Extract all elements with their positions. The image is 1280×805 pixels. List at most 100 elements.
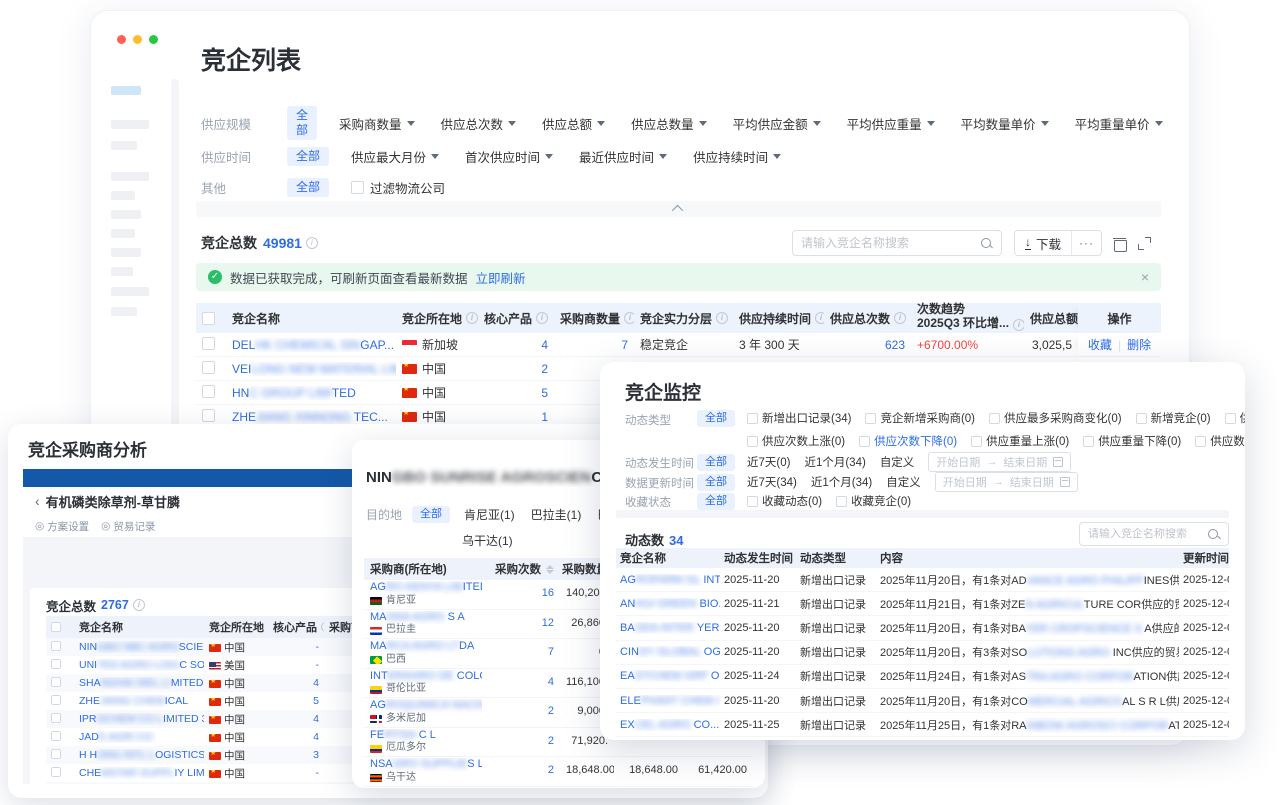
company-name-link[interactable]: UNITED AGRO LOGIC SOLUTI... xyxy=(74,659,204,671)
filter-dropdown[interactable]: 供应持续时间 xyxy=(693,147,781,166)
favorite-checkbox[interactable]: 收藏动态(0) xyxy=(747,493,822,509)
row-checkbox[interactable] xyxy=(51,713,61,723)
company-name-link[interactable]: HNC GROUP LIMITED xyxy=(226,386,396,400)
company-name-link[interactable]: H HONG INTL LOGISTICS C... xyxy=(74,749,204,761)
monitor-search-input[interactable] xyxy=(1088,528,1207,540)
row-checkbox[interactable] xyxy=(51,659,61,669)
search-icon[interactable] xyxy=(980,237,993,250)
event-type-checkbox[interactable]: 供应次数下降(0) xyxy=(859,433,957,449)
filter-dropdown[interactable]: 供应总次数 xyxy=(441,114,517,133)
filter-dropdown[interactable]: 平均数量单价 xyxy=(961,114,1049,133)
row-checkbox[interactable] xyxy=(202,409,215,422)
buyer-count[interactable]: 7 xyxy=(554,338,634,352)
company-name-link[interactable]: JADE AGRI CO xyxy=(74,731,204,743)
core-product-count[interactable]: 1 xyxy=(478,410,554,424)
filter-all-chip[interactable]: 全部 xyxy=(287,147,329,166)
purchase-times-value[interactable]: 12 xyxy=(488,617,560,631)
company-name-link[interactable]: VEILONG NEW MATERIAL LIMITED xyxy=(226,362,396,376)
select-all-checkbox[interactable] xyxy=(202,312,215,325)
row-checkbox[interactable] xyxy=(51,767,61,777)
company-name-link[interactable]: ZHEJIANG XINNONG TEC... xyxy=(226,410,396,424)
back-icon[interactable]: ‹ xyxy=(35,493,40,509)
delete-button[interactable] xyxy=(1114,237,1126,250)
event-type-checkbox[interactable]: 供应金额上涨(0) xyxy=(1225,410,1245,426)
filter-dropdown[interactable]: 供应最大月份 xyxy=(351,147,439,166)
buyer-name-link[interactable]: INTERAGRO DE COLO... xyxy=(370,670,482,684)
core-product-count[interactable]: - xyxy=(268,767,324,779)
search-icon[interactable] xyxy=(1207,528,1220,541)
purchase-times-value[interactable]: 2 xyxy=(488,705,560,719)
close-alert-icon[interactable]: × xyxy=(1141,269,1149,285)
row-checkbox[interactable] xyxy=(51,641,61,651)
filter-all-chip[interactable]: 全部 xyxy=(697,474,735,491)
sort-icon[interactable] xyxy=(546,565,554,574)
core-product-count[interactable]: 4 xyxy=(478,338,554,352)
row-checkbox[interactable] xyxy=(202,385,215,398)
event-type-checkbox[interactable]: 竞企新增采购商(0) xyxy=(865,410,975,426)
buyer-name-link[interactable]: FERTISA C L xyxy=(370,729,482,743)
event-type-checkbox[interactable]: 供应最多采购商变化(0) xyxy=(989,410,1122,426)
company-name-link[interactable]: ANHUI GREEN BIO... xyxy=(616,598,720,610)
event-type-checkbox[interactable]: 新增竞企(0) xyxy=(1136,410,1211,426)
total-times-value[interactable]: 623 xyxy=(824,338,911,352)
filter-dropdown[interactable]: 平均供应金额 xyxy=(733,114,821,133)
company-name-link[interactable]: NINGBO NBC AGROSCIENCE C... xyxy=(74,641,204,653)
buyer-name-link[interactable]: MARCA AGRO LTDA xyxy=(370,640,482,654)
company-name-link[interactable]: EXCEL AGRO CO... xyxy=(616,719,720,731)
core-product-count[interactable]: - xyxy=(268,641,324,653)
filter-dropdown[interactable]: 供应总额 xyxy=(542,114,605,133)
filter-logistics-checkbox[interactable]: 过滤物流公司 xyxy=(351,178,445,197)
favorite-checkbox[interactable]: 收藏竞企(0) xyxy=(836,493,911,509)
core-product-count[interactable]: 4 xyxy=(268,677,324,689)
filter-all-chip[interactable]: 全部 xyxy=(697,493,735,510)
row-checkbox[interactable] xyxy=(202,361,215,374)
company-search-input[interactable] xyxy=(801,236,980,250)
filter-dropdown[interactable]: 最近供应时间 xyxy=(579,147,667,166)
company-name-link[interactable]: SHANGHAI WEL LIMITED xyxy=(74,677,204,689)
destination-all-chip[interactable]: 全部 xyxy=(412,506,450,523)
event-type-checkbox[interactable]: 供应重量上涨(0) xyxy=(971,433,1069,449)
select-all-checkbox[interactable] xyxy=(51,622,61,632)
destination-item[interactable]: 肯尼亚(1) xyxy=(464,506,515,523)
core-product-count[interactable]: 2 xyxy=(478,362,554,376)
filter-dropdown[interactable]: 采购商数量 xyxy=(339,114,415,133)
core-product-count[interactable]: 4 xyxy=(268,713,324,725)
company-name-link[interactable]: ELEPHANT CHEM I NDU... xyxy=(616,695,720,707)
buyer-name-link[interactable]: MAGNA AGRO S A xyxy=(370,611,482,625)
custom-option[interactable]: 自定义 xyxy=(886,474,921,490)
row-checkbox[interactable] xyxy=(51,677,61,687)
row-checkbox[interactable] xyxy=(51,749,61,759)
delete-link[interactable]: 删除 xyxy=(1127,336,1151,353)
last-7-days-option[interactable]: 近7天(0) xyxy=(747,454,790,470)
company-name-link[interactable]: IPROCHEM CO LIMITED 35... xyxy=(74,713,204,725)
breadcrumb[interactable]: ‹ 有机磷类除草剂-草甘膦 xyxy=(35,492,180,511)
more-options-button[interactable]: ··· xyxy=(1071,231,1101,255)
company-name-link[interactable]: CINDY GLOBAL OGIS... xyxy=(616,646,720,658)
event-type-checkbox[interactable]: 供应次数上涨(0) xyxy=(747,433,845,449)
core-product-count[interactable]: - xyxy=(268,659,324,671)
company-name-link[interactable]: CHEMSTAR SUPPLIY LIMITED xyxy=(74,767,204,779)
refresh-now-link[interactable]: 立即刷新 xyxy=(476,268,526,287)
filter-dropdown[interactable]: 平均供应重量 xyxy=(847,114,935,133)
event-type-checkbox[interactable]: 新增出口记录(34) xyxy=(747,410,851,426)
purchase-times-value[interactable]: 2 xyxy=(488,735,560,749)
company-name-link[interactable]: BAODA INTER YER ... xyxy=(616,622,720,634)
company-name-link[interactable]: EASTCHEM GRP O xyxy=(616,670,720,682)
core-product-count[interactable]: 3 xyxy=(268,749,324,761)
buyer-name-link[interactable]: AGROQUIMICA NACIONAL SRL xyxy=(370,699,482,713)
purchase-times-value[interactable]: 7 xyxy=(488,646,560,660)
app-menu-item[interactable]: ◎方案设置 xyxy=(35,519,89,534)
purchase-times-value[interactable]: 2 xyxy=(488,764,560,778)
date-range-input[interactable]: 开始日期 → 结束日期 xyxy=(928,452,1071,472)
filter-dropdown[interactable]: 供应总数量 xyxy=(631,114,707,133)
custom-option[interactable]: 自定义 xyxy=(880,454,915,470)
buyer-name-link[interactable]: AGRO KENYA LIMITED xyxy=(370,581,482,595)
row-checkbox[interactable] xyxy=(51,695,61,705)
last-month-option[interactable]: 近1个月(34) xyxy=(804,454,865,470)
company-name-link[interactable]: ZHEJIANG CHEMICAL xyxy=(74,695,204,707)
buyer-name-link[interactable]: NSAGRO SUPPLIES LI... xyxy=(370,758,482,772)
filter-dropdown[interactable]: 平均重量单价 xyxy=(1075,114,1163,133)
date-range-input[interactable]: 开始日期 → 结束日期 xyxy=(935,472,1078,492)
company-name-link[interactable]: DELHK CHEMICAL SINGAP... xyxy=(226,338,396,352)
download-button[interactable]: ↓ 下载 xyxy=(1015,231,1071,255)
